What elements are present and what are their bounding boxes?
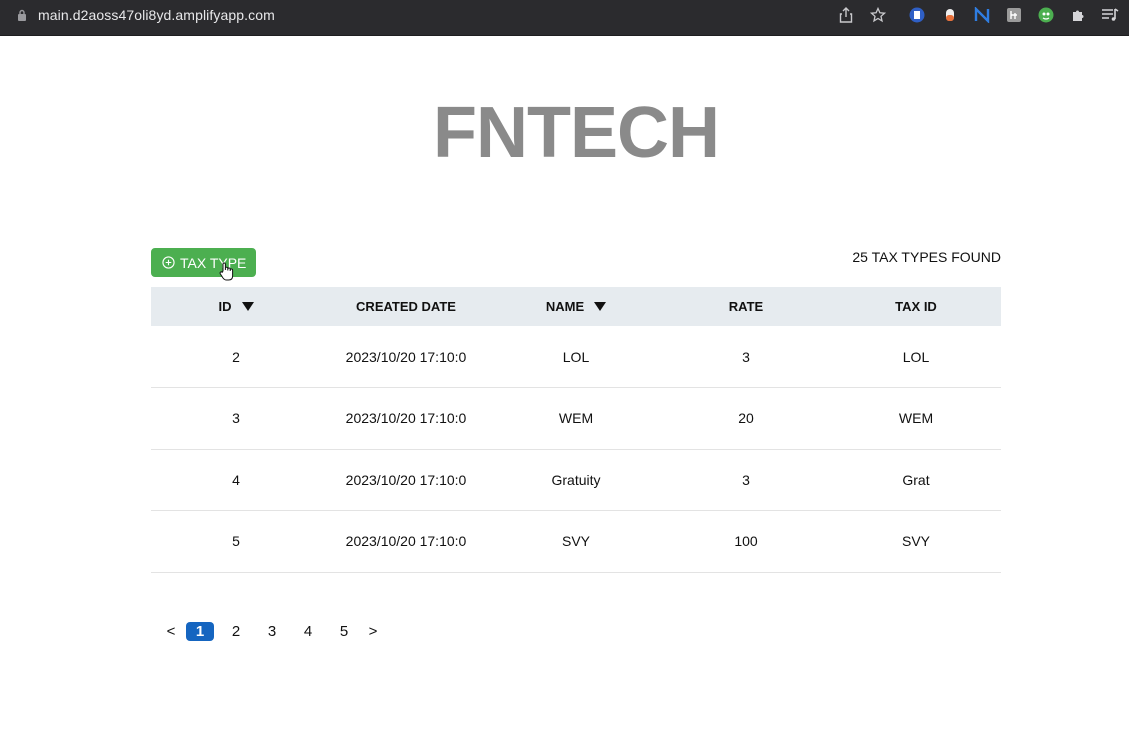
cell-rate: 3 xyxy=(742,348,750,365)
cell-name: Gratuity xyxy=(551,471,601,488)
cell-id: 5 xyxy=(232,533,240,550)
hand-cursor-icon xyxy=(219,262,234,281)
sort-down-icon[interactable] xyxy=(241,302,254,312)
add-tax-type-button[interactable]: TAX TYPE xyxy=(151,248,256,277)
cell-tax-id: Grat xyxy=(902,471,930,488)
cell-name: LOL xyxy=(562,348,590,365)
page-button-2[interactable]: 2 xyxy=(218,623,254,640)
extension-green-icon[interactable] xyxy=(1037,6,1055,24)
brand-title: FNTECH xyxy=(433,93,720,173)
star-icon[interactable] xyxy=(869,6,887,24)
cell-rate: 3 xyxy=(742,471,750,488)
column-header-rate: RATE xyxy=(728,299,764,314)
lock-icon xyxy=(18,9,26,21)
next-page-button[interactable]: > xyxy=(362,623,384,640)
page-button-4[interactable]: 4 xyxy=(290,623,326,640)
column-header-label: ID xyxy=(218,299,232,314)
puzzle-icon[interactable] xyxy=(1069,6,1087,24)
extension-doc-icon[interactable] xyxy=(908,6,926,24)
share-icon[interactable] xyxy=(837,6,855,24)
extension-n-icon[interactable] xyxy=(973,6,991,24)
cell-tax-id: LOL xyxy=(902,348,930,365)
cell-created-date: 2023/10/20 17:10:0 xyxy=(345,471,467,488)
extension-pill-icon[interactable] xyxy=(941,6,959,24)
browser-toolbar: main.d2aoss47oli8yd.amplifyapp.com xyxy=(0,0,1129,36)
prev-page-button[interactable]: < xyxy=(160,623,182,640)
cell-tax-id: SVY xyxy=(901,533,930,550)
add-button-label: TAX TYPE xyxy=(180,254,247,271)
reading-list-icon[interactable] xyxy=(1101,6,1119,24)
extension-gray-icon[interactable] xyxy=(1005,6,1023,24)
table-header-row: ID CREATED DATE NAME RATE TAX ID xyxy=(151,287,1001,326)
page-button-3[interactable]: 3 xyxy=(254,623,290,640)
sort-down-icon[interactable] xyxy=(594,302,607,312)
address-bar-url[interactable]: main.d2aoss47oli8yd.amplifyapp.com xyxy=(38,7,275,23)
plus-circle-icon xyxy=(162,256,175,269)
column-header-label: NAME xyxy=(545,299,585,314)
cell-tax-id: WEM xyxy=(898,410,934,427)
column-header-created-date: CREATED DATE xyxy=(356,299,456,314)
cell-created-date: 2023/10/20 17:10:0 xyxy=(345,533,467,550)
tax-types-table: ID CREATED DATE NAME RATE TAX ID 2 2023/… xyxy=(151,287,1001,573)
cell-created-date: 2023/10/20 17:10:0 xyxy=(345,348,467,365)
cell-created-date: 2023/10/20 17:10:0 xyxy=(345,410,467,427)
cell-id: 4 xyxy=(232,471,240,488)
cell-rate: 100 xyxy=(734,533,758,550)
column-header-id[interactable]: ID xyxy=(151,287,321,326)
table-row[interactable]: 2 2023/10/20 17:10:0 LOL 3 LOL xyxy=(151,326,1001,388)
table-row[interactable]: 4 2023/10/20 17:10:0 Gratuity 3 Grat xyxy=(151,449,1001,511)
page-button-1[interactable]: 1 xyxy=(186,622,214,641)
cell-rate: 20 xyxy=(738,410,754,427)
pagination: < 1 2 3 4 5 > xyxy=(160,622,384,641)
cell-name: SVY xyxy=(561,533,590,550)
column-header-name[interactable]: NAME xyxy=(491,287,661,326)
table-row[interactable]: 3 2023/10/20 17:10:0 WEM 20 WEM xyxy=(151,388,1001,449)
table-row[interactable]: 5 2023/10/20 17:10:0 SVY 100 SVY xyxy=(151,511,1001,572)
cell-id: 2 xyxy=(232,348,240,365)
column-header-tax-id: TAX ID xyxy=(895,299,937,314)
page-button-5[interactable]: 5 xyxy=(326,623,362,640)
cell-name: WEM xyxy=(558,410,594,427)
results-count: 25 TAX TYPES FOUND xyxy=(852,249,1001,265)
cell-id: 3 xyxy=(232,410,240,427)
